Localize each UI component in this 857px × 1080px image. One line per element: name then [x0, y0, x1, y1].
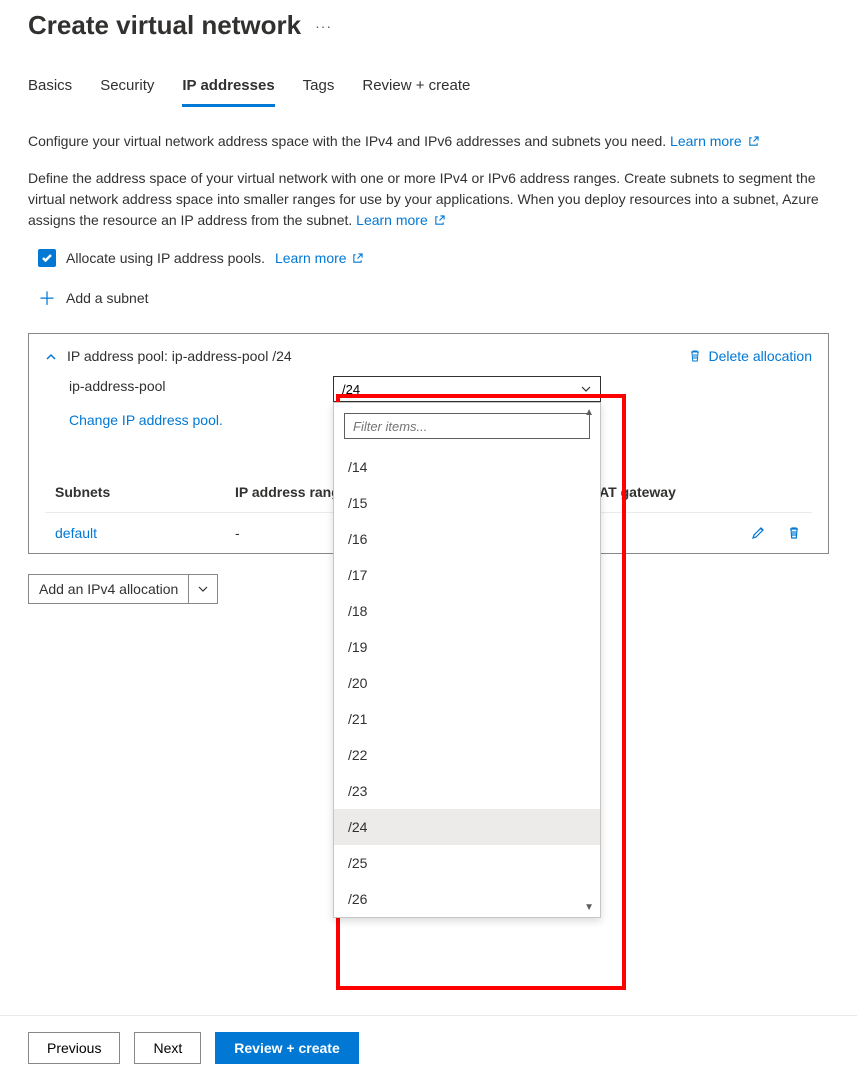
dropdown-item[interactable]: /15	[334, 485, 600, 521]
dropdown-item[interactable]: /18	[334, 593, 600, 629]
page-title: Create virtual network	[28, 10, 301, 41]
dropdown-filter-input[interactable]	[344, 413, 590, 439]
dropdown-item[interactable]: /23	[334, 773, 600, 809]
tabs: Basics Security IP addresses Tags Review + c…	[28, 71, 829, 107]
dropdown-item[interactable]: /26	[334, 881, 600, 917]
scroll-up-icon[interactable]: ▲	[584, 407, 594, 418]
plus-icon: ＋	[38, 285, 56, 311]
cidr-dropdown: ▲ /14/15/16/17/18/19/20/21/22/23/24/25/2…	[333, 402, 601, 918]
add-allocation-dropdown[interactable]	[188, 575, 217, 603]
subnets-col-header: Subnets	[55, 484, 235, 500]
nat-col-header: NAT gateway	[589, 484, 802, 500]
tab-review-create[interactable]: Review + create	[362, 71, 470, 107]
add-ipv4-allocation-button[interactable]: Add an IPv4 allocation	[28, 574, 218, 604]
previous-button[interactable]: Previous	[28, 1032, 120, 1064]
allocate-pools-checkbox[interactable]	[38, 249, 56, 267]
learn-more-link-3[interactable]: Learn more	[275, 250, 363, 266]
delete-allocation-button[interactable]: Delete allocation	[688, 348, 812, 364]
dropdown-item[interactable]: /17	[334, 557, 600, 593]
subnet-name-link[interactable]: default	[55, 525, 97, 541]
dropdown-item[interactable]: /14	[334, 449, 600, 485]
allocate-pools-label: Allocate using IP address pools.	[66, 250, 265, 266]
tab-ip-addresses[interactable]: IP addresses	[182, 71, 274, 107]
trash-icon	[688, 349, 702, 363]
change-pool-link[interactable]: Change IP address pool.	[45, 412, 223, 428]
learn-more-link-1[interactable]: Learn more	[670, 133, 758, 149]
review-create-button[interactable]: Review + create	[215, 1032, 358, 1064]
dropdown-item[interactable]: /20	[334, 665, 600, 701]
tab-tags[interactable]: Tags	[303, 71, 335, 107]
cidr-select[interactable]: /24	[333, 376, 601, 402]
chevron-down-icon	[197, 583, 209, 595]
footer: Previous Next Review + create	[0, 1015, 857, 1080]
more-actions-icon[interactable]: ···	[315, 18, 332, 34]
dropdown-item[interactable]: /16	[334, 521, 600, 557]
delete-icon[interactable]	[786, 525, 802, 541]
scroll-down-icon[interactable]: ▼	[584, 902, 594, 913]
external-link-icon	[748, 136, 759, 147]
dropdown-item[interactable]: /22	[334, 737, 600, 773]
pool-name-label: ip-address-pool	[69, 376, 323, 394]
intro-text-1: Configure your virtual network address s…	[28, 131, 829, 152]
pool-title: IP address pool: ip-address-pool /24	[67, 348, 292, 364]
dropdown-item[interactable]: /24	[334, 809, 600, 845]
dropdown-item[interactable]: /19	[334, 629, 600, 665]
intro-text-2: Define the address space of your virtual…	[28, 168, 829, 231]
ip-pool-card: IP address pool: ip-address-pool /24 Del…	[28, 333, 829, 554]
collapse-icon[interactable]	[45, 350, 57, 366]
add-subnet-button[interactable]: ＋ Add a subnet	[38, 285, 829, 311]
dropdown-item[interactable]: /21	[334, 701, 600, 737]
edit-icon[interactable]	[750, 525, 766, 541]
external-link-icon	[352, 253, 363, 264]
external-link-icon	[434, 215, 445, 226]
tab-security[interactable]: Security	[100, 71, 154, 107]
next-button[interactable]: Next	[134, 1032, 201, 1064]
tab-basics[interactable]: Basics	[28, 71, 72, 107]
chevron-down-icon	[580, 383, 592, 395]
learn-more-link-2[interactable]: Learn more	[356, 212, 444, 228]
dropdown-item[interactable]: /25	[334, 845, 600, 881]
